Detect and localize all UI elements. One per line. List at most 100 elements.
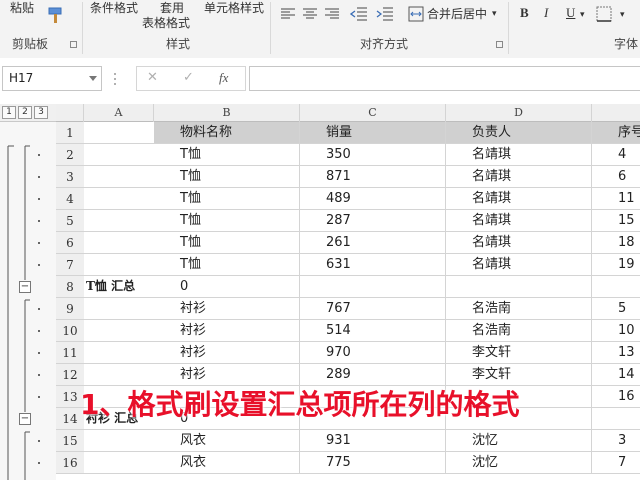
align-left-icon[interactable] xyxy=(280,8,296,20)
cell-a-11[interactable] xyxy=(84,342,154,364)
cell-e-5[interactable]: 15 xyxy=(592,210,640,232)
row-header[interactable]: 9 xyxy=(56,298,84,320)
format-painter-icon[interactable] xyxy=(46,6,66,26)
select-all-corner[interactable] xyxy=(56,104,84,122)
cell-e-6[interactable]: 18 xyxy=(592,232,640,254)
cell-d-16[interactable]: 沈忆 xyxy=(446,452,592,474)
decrease-indent-icon[interactable] xyxy=(350,6,368,22)
cell-c-1[interactable]: 销量 xyxy=(300,122,446,144)
cell-d-8[interactable] xyxy=(446,276,592,298)
cell-e-16[interactable]: 7 xyxy=(592,452,640,474)
cell-a-1[interactable] xyxy=(84,122,154,144)
row-header[interactable]: 10 xyxy=(56,320,84,342)
row-header[interactable]: 5 xyxy=(56,210,84,232)
cell-a-6[interactable] xyxy=(84,232,154,254)
collapse-group-button[interactable]: − xyxy=(19,281,31,293)
column-header-c[interactable]: C xyxy=(300,104,446,122)
cell-c-10[interactable]: 514 xyxy=(300,320,446,342)
cell-d-11[interactable]: 李文轩 xyxy=(446,342,592,364)
table-format-line1[interactable]: 套用 xyxy=(160,1,184,15)
align-center-icon[interactable] xyxy=(302,8,318,20)
row-header[interactable]: 1 xyxy=(56,122,84,144)
enter-entry-icon[interactable]: ✓ xyxy=(183,70,194,85)
cell-e-11[interactable]: 13 xyxy=(592,342,640,364)
cell-c-16[interactable]: 775 xyxy=(300,452,446,474)
cell-e-4[interactable]: 11 xyxy=(592,188,640,210)
cell-a-5[interactable] xyxy=(84,210,154,232)
cell-a-8[interactable]: T恤 汇总 xyxy=(84,276,154,298)
cell-c-15[interactable]: 931 xyxy=(300,430,446,452)
cell-b-8[interactable]: 0 xyxy=(154,276,300,298)
cell-d-7[interactable]: 名靖琪 xyxy=(446,254,592,276)
cell-styles-button[interactable]: 单元格样式 xyxy=(204,1,264,15)
cell-c-9[interactable]: 767 xyxy=(300,298,446,320)
clipboard-launcher-icon[interactable] xyxy=(70,41,77,48)
cell-d-9[interactable]: 名浩南 xyxy=(446,298,592,320)
cell-c-3[interactable]: 871 xyxy=(300,166,446,188)
cell-d-4[interactable]: 名靖琪 xyxy=(446,188,592,210)
cell-d-12[interactable]: 李文轩 xyxy=(446,364,592,386)
border-icon[interactable] xyxy=(596,6,614,22)
name-box[interactable]: H17 xyxy=(2,66,102,91)
cell-c-11[interactable]: 970 xyxy=(300,342,446,364)
cell-b-16[interactable]: 风衣 xyxy=(154,452,300,474)
cell-a-7[interactable] xyxy=(84,254,154,276)
cell-b-5[interactable]: T恤 xyxy=(154,210,300,232)
cell-d-15[interactable]: 沈忆 xyxy=(446,430,592,452)
row-header[interactable]: 4 xyxy=(56,188,84,210)
row-header[interactable]: 16 xyxy=(56,452,84,474)
row-header[interactable]: 11 xyxy=(56,342,84,364)
name-box-dropdown-icon[interactable] xyxy=(89,76,97,81)
cell-e-8[interactable] xyxy=(592,276,640,298)
row-header[interactable]: 15 xyxy=(56,430,84,452)
cell-e-14[interactable] xyxy=(592,408,640,430)
cell-b-9[interactable]: 衬衫 xyxy=(154,298,300,320)
cell-c-2[interactable]: 350 xyxy=(300,144,446,166)
cancel-entry-icon[interactable]: ✕ xyxy=(147,70,158,85)
formula-input[interactable] xyxy=(249,66,640,91)
cell-a-4[interactable] xyxy=(84,188,154,210)
cell-a-16[interactable] xyxy=(84,452,154,474)
bold-button[interactable]: B xyxy=(520,6,529,20)
merge-dropdown-icon[interactable]: ▾ xyxy=(492,7,497,21)
cell-c-8[interactable] xyxy=(300,276,446,298)
cell-c-12[interactable]: 289 xyxy=(300,364,446,386)
italic-button[interactable]: I xyxy=(544,6,548,20)
underline-button[interactable]: U xyxy=(566,6,575,20)
cell-b-4[interactable]: T恤 xyxy=(154,188,300,210)
column-header-e[interactable] xyxy=(592,104,640,122)
alignment-launcher-icon[interactable] xyxy=(496,41,503,48)
cell-c-6[interactable]: 261 xyxy=(300,232,446,254)
insert-function-icon[interactable]: fx xyxy=(219,70,228,86)
cell-b-12[interactable]: 衬衫 xyxy=(154,364,300,386)
merge-center-icon[interactable] xyxy=(408,6,424,22)
row-header[interactable]: 7 xyxy=(56,254,84,276)
column-header-b[interactable]: B xyxy=(154,104,300,122)
outline-level-3-button[interactable]: 3 xyxy=(34,106,48,119)
cell-e-3[interactable]: 6 xyxy=(592,166,640,188)
increase-indent-icon[interactable] xyxy=(376,6,394,22)
cell-d-6[interactable]: 名靖琪 xyxy=(446,232,592,254)
cell-c-7[interactable]: 631 xyxy=(300,254,446,276)
cell-a-15[interactable] xyxy=(84,430,154,452)
cell-c-4[interactable]: 489 xyxy=(300,188,446,210)
cell-b-7[interactable]: T恤 xyxy=(154,254,300,276)
cell-b-6[interactable]: T恤 xyxy=(154,232,300,254)
cell-b-15[interactable]: 风衣 xyxy=(154,430,300,452)
cell-a-10[interactable] xyxy=(84,320,154,342)
outline-level-1-button[interactable]: 1 xyxy=(2,106,16,119)
cell-e-9[interactable]: 5 xyxy=(592,298,640,320)
cell-e-1[interactable]: 序号 xyxy=(592,122,640,144)
cell-d-1[interactable]: 负责人 xyxy=(446,122,592,144)
cell-d-2[interactable]: 名靖琪 xyxy=(446,144,592,166)
merge-center-button[interactable]: 合并后居中 xyxy=(427,7,487,21)
cell-b-10[interactable]: 衬衫 xyxy=(154,320,300,342)
row-header[interactable]: 12 xyxy=(56,364,84,386)
column-header-a[interactable]: A xyxy=(84,104,154,122)
cell-b-2[interactable]: T恤 xyxy=(154,144,300,166)
cell-d-3[interactable]: 名靖琪 xyxy=(446,166,592,188)
paste-button[interactable]: 粘贴 xyxy=(10,1,34,15)
align-right-icon[interactable] xyxy=(324,8,340,20)
outline-level-2-button[interactable]: 2 xyxy=(18,106,32,119)
cell-b-1[interactable]: 物料名称 xyxy=(154,122,300,144)
